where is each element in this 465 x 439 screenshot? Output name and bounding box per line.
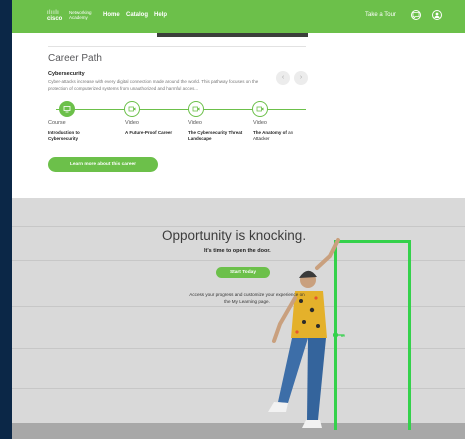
start-today-button[interactable]: Start Today	[216, 267, 270, 278]
career-step-video[interactable]: Video The Cybersecurity Threat Landscape	[188, 120, 244, 142]
career-path-subtitle: Cybersecurity	[48, 71, 85, 77]
step-type: Video	[188, 120, 202, 126]
video-node-icon[interactable]	[124, 101, 140, 117]
step-title: A Future-Proof Career	[125, 130, 173, 135]
page: ılıılı cisco Networking Academy Home Cat…	[12, 0, 465, 439]
video-node-icon[interactable]	[188, 101, 204, 117]
step-title: Introduction to Cybersecurity	[48, 130, 80, 141]
opportunity-subtitle: It's time to open the door.	[204, 248, 271, 254]
step-title-bold: The Anatomy of	[253, 130, 287, 135]
video-node-icon[interactable]	[252, 101, 268, 117]
hero-image-strip	[157, 33, 308, 37]
career-step-video[interactable]: Video A Future-Proof Career	[125, 120, 187, 136]
logo-cisco-text: cisco	[47, 16, 63, 22]
nav-home[interactable]: Home	[103, 12, 120, 18]
career-path-title: Career Path	[48, 53, 102, 64]
chat-icon[interactable]	[411, 10, 421, 20]
opportunity-title: Opportunity is knocking.	[162, 228, 307, 243]
opportunity-description: Access your progress and customize your …	[189, 292, 305, 304]
step-type: Video	[125, 120, 139, 126]
career-path-track	[56, 109, 306, 110]
user-icon[interactable]	[432, 10, 442, 20]
career-step-course[interactable]: Course Introduction to Cybersecurity	[48, 120, 110, 142]
nav-help[interactable]: Help	[154, 12, 167, 18]
opportunity-section: Opportunity is knocking. It's time to op…	[12, 198, 465, 439]
step-type: Video	[253, 120, 267, 126]
step-title: The Anatomy of an Attacker	[253, 130, 307, 142]
section-divider	[48, 46, 306, 47]
step-title: The Cybersecurity Threat Landscape	[188, 130, 243, 141]
learn-more-career-button[interactable]: Learn more about this career	[48, 157, 158, 172]
step-type: Course	[48, 120, 66, 126]
take-a-tour-link[interactable]: Take a Tour	[365, 12, 396, 18]
prev-arrow-button[interactable]: ‹	[276, 71, 290, 85]
top-navbar: ılıılı cisco Networking Academy Home Cat…	[12, 0, 465, 33]
career-path-description: Cyber-attacks increase with every digita…	[48, 79, 259, 91]
next-arrow-button[interactable]: ›	[294, 71, 308, 85]
career-step-video[interactable]: Video The Anatomy of an Attacker	[253, 120, 307, 142]
nav-catalog[interactable]: Catalog	[126, 12, 148, 18]
course-node-icon[interactable]	[59, 101, 75, 117]
cisco-logo[interactable]: ılıılı cisco Networking Academy	[47, 10, 92, 22]
